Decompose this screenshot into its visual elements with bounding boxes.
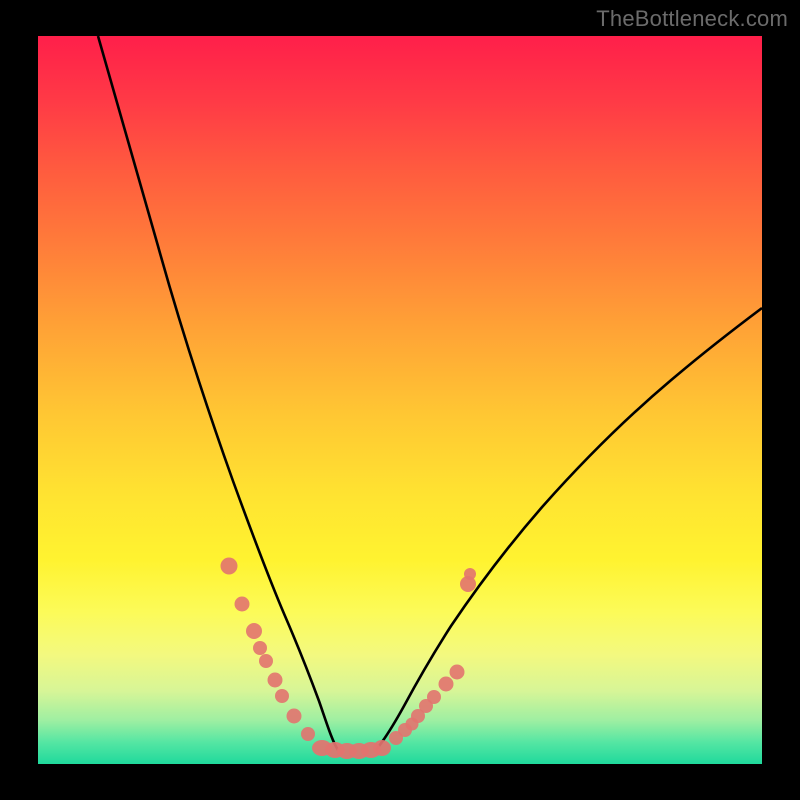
marker-dot — [301, 727, 315, 741]
chart-svg — [38, 36, 762, 764]
marker-dot — [427, 690, 441, 704]
bottom-blob-cluster — [312, 740, 391, 759]
chart-frame: TheBottleneck.com — [0, 0, 800, 800]
marker-dot — [246, 623, 262, 639]
marker-dot — [235, 597, 250, 612]
bottom-blob — [373, 740, 391, 756]
left-curve — [98, 36, 338, 750]
marker-dot — [287, 709, 302, 724]
marker-dot — [275, 689, 289, 703]
marker-dot — [259, 654, 273, 668]
marker-dot — [253, 641, 267, 655]
marker-dot — [450, 665, 465, 680]
plot-area — [38, 36, 762, 764]
marker-dot — [221, 558, 238, 575]
left-marker-cluster — [221, 558, 316, 742]
marker-dot — [439, 677, 454, 692]
watermark-text: TheBottleneck.com — [596, 6, 788, 32]
right-curve — [376, 308, 762, 750]
marker-dot — [464, 568, 476, 580]
marker-dot — [268, 673, 283, 688]
